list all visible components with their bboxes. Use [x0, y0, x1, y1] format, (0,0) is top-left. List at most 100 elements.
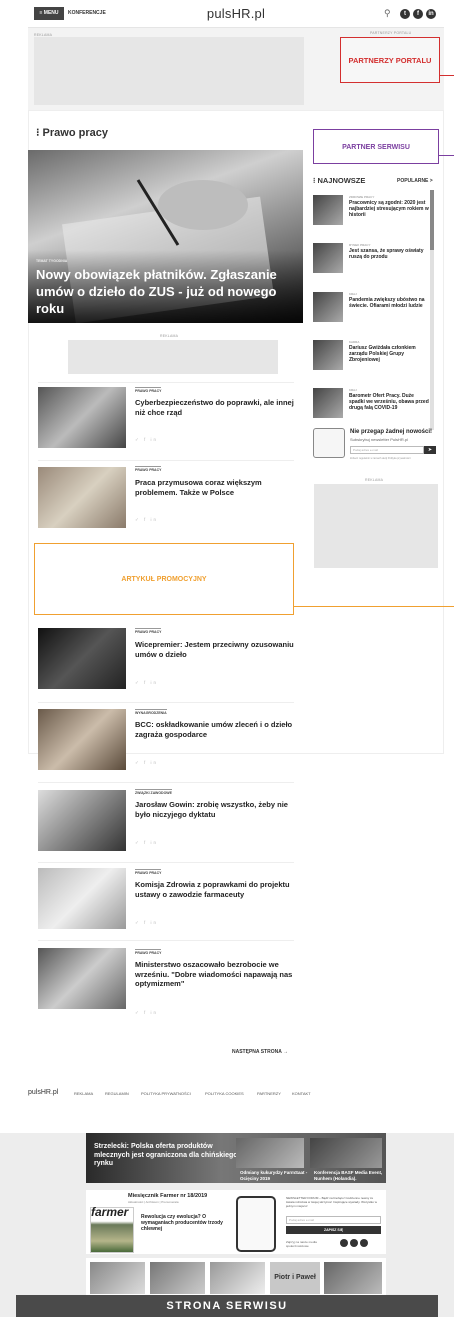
top-ad-placeholder[interactable] — [34, 37, 304, 105]
newsletter-subtitle: Subskrybuj newsletter PulsHR.pl — [350, 437, 409, 442]
twitter-icon[interactable] — [350, 1239, 358, 1247]
sidebar-item-title[interactable]: Dariusz Gwiżdała członkiem zarządu Polsk… — [349, 345, 429, 363]
preview-thumb-image[interactable] — [236, 1138, 304, 1168]
sidebar-ad-placeholder[interactable] — [314, 484, 438, 568]
article-category[interactable]: WYNAGRODZENIA — [135, 709, 167, 715]
article-share-icons[interactable]: ✓ f in — [135, 1010, 158, 1016]
linkedin-icon[interactable]: in — [426, 9, 436, 19]
divider — [38, 862, 294, 863]
sidebar-item-title[interactable]: Pandemia zwiększy ubóstwo na świecie. Of… — [349, 297, 429, 309]
facebook-icon[interactable] — [340, 1239, 348, 1247]
footer-link[interactable]: POLITYKA PRYWATNOŚCI — [141, 1091, 191, 1096]
preview-thumb-caption[interactable]: Odmiany kukurydzy FarmSaat - Ocięciny 20… — [240, 1170, 310, 1181]
sidebar-item-image[interactable] — [313, 195, 343, 225]
article-title[interactable]: Praca przymusowa coraz większym probleme… — [135, 478, 295, 497]
article-title[interactable]: Komisja Zdrowia z poprawkami do projektu… — [135, 880, 295, 899]
next-page-link[interactable]: NASTĘPNA STRONA → — [232, 1049, 288, 1055]
article-image[interactable] — [38, 467, 126, 528]
partners-portal-box[interactable]: PARTNERZY PORTALU — [340, 37, 440, 83]
article-share-icons[interactable]: ✓ f in — [135, 517, 158, 523]
preview-partner-thumb[interactable] — [150, 1262, 205, 1294]
sidebar-popularne-tab[interactable]: POPULARNE > — [397, 178, 433, 184]
article-share-icons[interactable]: ✓ f in — [135, 760, 158, 766]
preview-newsletter-input[interactable]: Podaj adres e-mail — [286, 1216, 381, 1224]
facebook-icon[interactable]: f — [413, 9, 423, 19]
footer-logo[interactable]: pulsHR.pl — [28, 1089, 58, 1096]
article-image[interactable] — [38, 628, 126, 689]
article-category[interactable]: PRAWO PRACY — [135, 949, 162, 955]
newsletter-email-input[interactable]: Podaj adres e-mail — [350, 446, 424, 454]
divider — [38, 382, 294, 383]
article-category[interactable]: ZWIĄZKI ZAWODOWE — [135, 789, 172, 795]
divider — [38, 940, 294, 941]
footer-link[interactable]: REGULAMIN — [105, 1091, 129, 1096]
preview-piotr-pawel[interactable]: Piotr i Paweł — [270, 1262, 320, 1294]
sidebar-item-category: RYNEK PRACY — [349, 243, 371, 247]
site-header: ≡ MENU KONFERENCJE pulsHR.pl ⚲ t f in — [28, 0, 444, 28]
preview-newsletter-button[interactable]: ZAPISZ SIĘ — [286, 1226, 381, 1234]
article-category[interactable]: PRAWO PRACY — [135, 628, 162, 634]
sidebar-item-image[interactable] — [313, 340, 343, 370]
article-image[interactable] — [38, 790, 126, 851]
article-title[interactable]: Ministerstwo oszacowało bezrobocie we wr… — [135, 960, 295, 989]
preview-farmer-logo: farmer — [91, 1205, 129, 1219]
article-share-icons[interactable]: ✓ f in — [135, 437, 158, 443]
sidebar-item-image[interactable] — [313, 243, 343, 273]
partner-serwisu-box[interactable]: PARTNER SERWISU — [313, 129, 439, 164]
preview-socials-label: Zajrzyj na nasze media społecznościowe — [286, 1240, 317, 1248]
preview-magazine-sub[interactable]: Aktualności | Archiwum | Prenumerata — [128, 1200, 179, 1204]
newsletter-phone-icon — [313, 428, 345, 458]
hero-title[interactable]: Nowy obowiązek płatników. Zgłaszanie umó… — [36, 266, 286, 317]
article-title[interactable]: Jarosław Gowin: zrobię wszystko, żeby ni… — [135, 800, 295, 819]
preview-magazine-title[interactable]: Miesięcznik Farmer nr 18/2019 — [128, 1193, 207, 1199]
mid-ad-placeholder[interactable] — [68, 340, 278, 374]
sidebar-item-category: KADRA — [349, 340, 360, 344]
article-title[interactable]: Wicepremier: Jestem przeciwny ozusowaniu… — [135, 640, 295, 659]
site-footer: pulsHR.pl REKLAMA REGULAMIN POLITYKA PRY… — [28, 1089, 444, 1101]
article-share-icons[interactable]: ✓ f in — [135, 920, 158, 926]
article-category[interactable]: PRAWO PRACY — [135, 869, 162, 875]
instagram-icon[interactable] — [360, 1239, 368, 1247]
newsletter-submit-button[interactable]: ➤ — [424, 446, 436, 454]
footer-link[interactable]: REKLAMA — [74, 1091, 93, 1096]
sidebar-item-image[interactable] — [313, 292, 343, 322]
sidebar-najnowsze-heading[interactable]: ⁝ NAJNOWSZE — [313, 176, 365, 185]
sidebar-item-title[interactable]: Barometr Ofert Pracy. Duże spadki we wrz… — [349, 393, 429, 411]
sidebar-item-title[interactable]: Jest szansa, że sprawy oświaty ruszą do … — [349, 248, 429, 260]
footer-link[interactable]: KONTAKT — [292, 1091, 311, 1096]
newsletter-title: Nie przegap żadnej nowości! — [350, 429, 433, 435]
sidebar-item-image[interactable] — [313, 388, 343, 418]
article-share-icons[interactable]: ✓ f in — [135, 680, 158, 686]
promo-article-box[interactable]: ARTYKUŁ PROMOCYJNY — [34, 543, 294, 615]
article-title[interactable]: BCC: oskładkowanie umów zleceń i o dzieł… — [135, 720, 295, 739]
mid-ad-label: REKLAMA — [160, 334, 179, 338]
preview-partner-thumb[interactable] — [324, 1262, 382, 1294]
preview-partner-thumb[interactable] — [210, 1262, 265, 1294]
preview-magazine-question[interactable]: Rewolucja czy ewolucja? O wymaganiach pr… — [141, 1214, 229, 1232]
preview-thumb-caption[interactable]: Konferencja BASF Media Event, Nunhem (Ho… — [314, 1170, 384, 1181]
preview-partner-thumb[interactable] — [90, 1262, 145, 1294]
article-image[interactable] — [38, 387, 126, 448]
site-logo[interactable]: pulsHR.pl — [28, 6, 444, 21]
divider — [38, 702, 294, 703]
preview-phone-image — [236, 1196, 276, 1252]
annotation-line-purple — [439, 155, 454, 156]
sidebar-ad-label: REKLAMA — [365, 478, 384, 482]
footer-link[interactable]: POLITYKA COOKIES — [205, 1091, 244, 1096]
article-share-icons[interactable]: ✓ f in — [135, 840, 158, 846]
article-category[interactable]: PRAWO PRACY — [135, 387, 162, 393]
article-image[interactable] — [38, 868, 126, 929]
preview-thumb-image[interactable] — [310, 1138, 382, 1168]
footer-link[interactable]: PARTNERZY — [257, 1091, 281, 1096]
article-image[interactable] — [38, 709, 126, 770]
newsletter-fineprint[interactable]: Zobacz regulamin w ramach akcji Polityka… — [350, 457, 410, 460]
preview-headline[interactable]: Strzelecki: Polska oferta produktów mlec… — [94, 1143, 244, 1169]
article-category[interactable]: PRAWO PRACY — [135, 466, 162, 472]
article-image[interactable] — [38, 948, 126, 1009]
sidebar-scroll-thumb[interactable] — [430, 190, 434, 250]
article-title[interactable]: Cyberbezpieczeństwo do poprawki, ale inn… — [135, 398, 295, 417]
search-icon[interactable]: ⚲ — [384, 8, 393, 18]
partners-small-label: PARTNERZY PORTALU — [370, 31, 412, 35]
sidebar-item-title[interactable]: Pracownicy są zgodni: 2020 jest najbardz… — [349, 200, 429, 218]
twitter-icon[interactable]: t — [400, 9, 410, 19]
